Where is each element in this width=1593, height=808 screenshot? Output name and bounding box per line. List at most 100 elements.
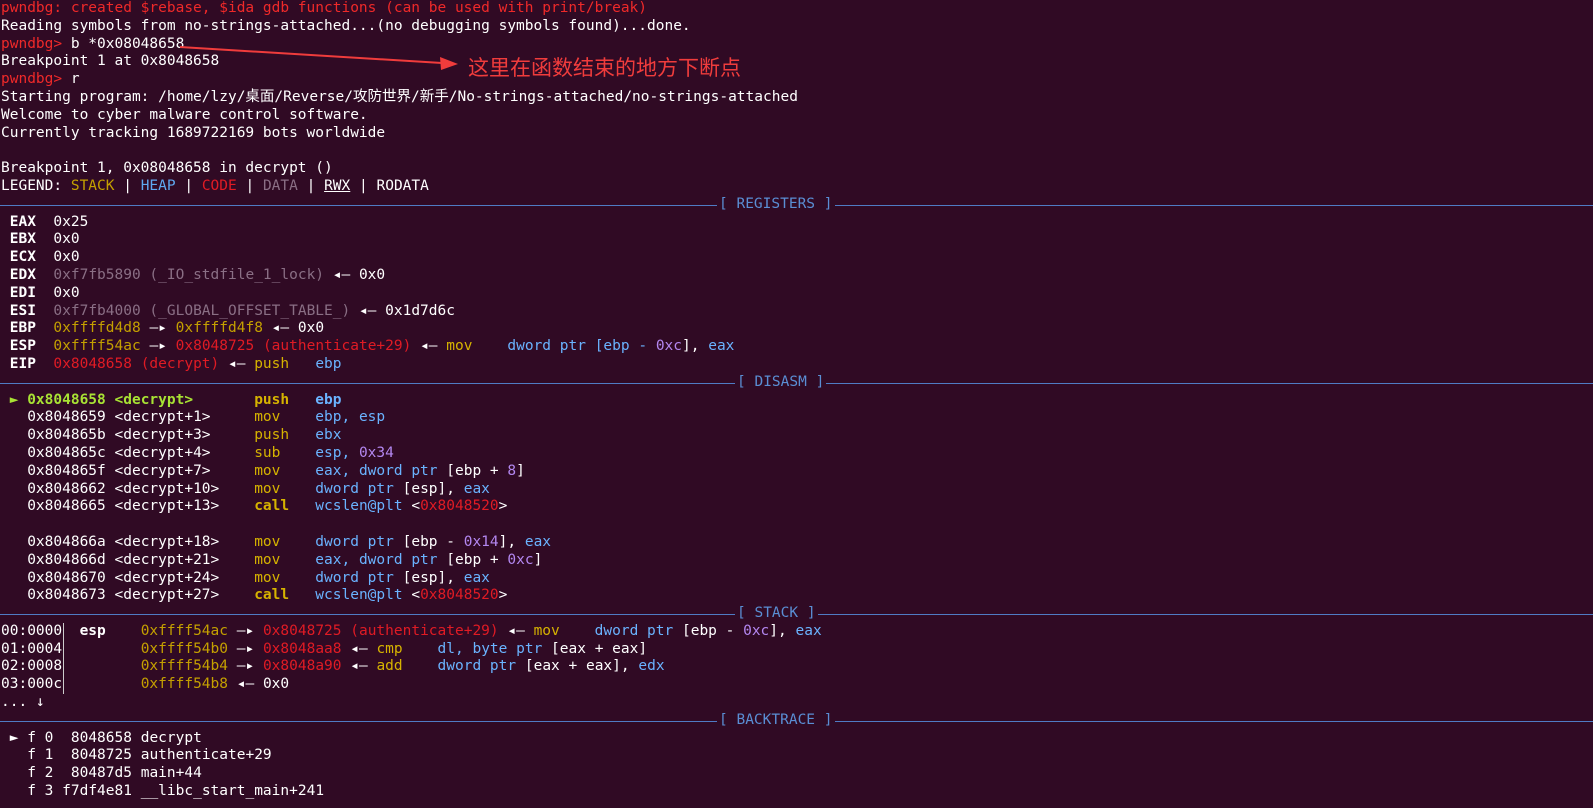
disasm-list: ► 0x8048658 <decrypt> push ebp 0x8048659… [0, 392, 1593, 606]
operand: wcslen@plt [315, 587, 412, 604]
legend-separator: | [114, 177, 141, 194]
command-text: b *0x08048658 [62, 35, 185, 52]
operand: [eax + eax], [524, 658, 639, 675]
output-line-breakpoint-hit: Breakpoint 1, 0x08048658 in decrypt () [1, 160, 333, 177]
section-header-backtrace: [ BACKTRACE ] [0, 711, 1593, 730]
disasm-line[interactable]: 0x804865f <decrypt+7> mov eax, dword ptr… [0, 463, 1593, 481]
register-address: 0xffffd4d8 [53, 320, 141, 337]
disasm-line[interactable]: 0x8048670 <decrypt+24> mov dword ptr [es… [0, 570, 1593, 588]
register-value: 0x0 [358, 266, 386, 283]
instruction-address: 0x804866a [1, 533, 115, 550]
output-line-pwndbg-init: pwndbg: created $rebase, $ida gdb functi… [0, 0, 1593, 18]
stack-entry[interactable]: 01:0004 0xffff54b0 —▸ 0x8048aa8 ◂— cmp d… [0, 641, 1593, 659]
legend-separator: | [350, 177, 377, 194]
backtrace-list: ► f 0 8048658 decrypt f 1 8048725 authen… [0, 730, 1593, 801]
disasm-line[interactable]: 0x8048659 <decrypt+1> mov ebp, esp [0, 409, 1593, 427]
legend-rwx: RWX [324, 177, 351, 194]
disasm-line[interactable]: 0x8048662 <decrypt+10> mov dword ptr [es… [0, 481, 1593, 499]
stack-entry[interactable]: 03:000c 0xffff54b8 ◂— 0x0 [0, 676, 1593, 694]
operand-address: 0x8048520 [420, 498, 499, 515]
instruction-mnemonic: push [254, 355, 290, 372]
disasm-line[interactable]: 0x8048673 <decrypt+27> call wcslen@plt <… [0, 587, 1593, 605]
register-eax: EAX 0x25 [0, 214, 1593, 232]
stack-register [80, 676, 106, 692]
output-line-reading-symbols: Reading symbols from no-strings-attached… [1, 17, 691, 34]
operand: < [411, 587, 421, 604]
stack-pointed-address: 0x8048725 (authenticate+29) [262, 622, 499, 639]
operand-number: 0xc [655, 338, 683, 355]
instruction-mnemonic: call [254, 498, 316, 515]
operand: dword ptr [507, 338, 595, 355]
backtrace-frame[interactable]: f 3 f7df4e81 __libc_start_main+241 [0, 783, 1593, 801]
disasm-line[interactable]: 0x804866a <decrypt+18> mov dword ptr [eb… [0, 534, 1593, 552]
section-label-disasm: [ DISASM ] [735, 373, 827, 392]
section-header-registers: [ REGISTERS ] [0, 195, 1593, 214]
terminal-window[interactable]: pwndbg: created $rebase, $ida gdb functi… [0, 0, 1593, 808]
legend-heap: HEAP [140, 177, 176, 194]
disasm-line[interactable]: 0x804865b <decrypt+3> push ebx [0, 427, 1593, 445]
instruction-mnemonic: mov [254, 480, 316, 497]
operand: < [411, 498, 421, 515]
section-label-stack: [ STACK ] [735, 605, 818, 623]
backtrace-frame[interactable]: ► f 0 8048658 decrypt [0, 730, 1593, 748]
operand: dword ptr [437, 658, 525, 675]
instruction-symbol: <decrypt+18> [114, 533, 255, 550]
stack-offset: 03:000c [1, 676, 63, 693]
stack-pointed-address: 0x8048a90 [262, 658, 342, 675]
register-name: EAX [9, 213, 36, 230]
instruction-symbol: <decrypt+24> [114, 569, 255, 586]
instruction-mnemonic: mov [254, 409, 316, 426]
operand: dl, [437, 640, 473, 657]
disasm-line[interactable]: 0x804866d <decrypt+21> mov eax, dword pt… [0, 552, 1593, 570]
operand: eax, [315, 551, 359, 568]
instruction-symbol: <decrypt+10> [114, 480, 255, 497]
operand: eax [463, 480, 490, 497]
pwndbg-prompt: pwndbg> [1, 35, 63, 52]
frame-address: f7df4e81 [62, 783, 132, 800]
backtrace-frame[interactable]: f 2 80487d5 main+44 [0, 765, 1593, 783]
disasm-line[interactable]: 0x804865c <decrypt+4> sub esp, 0x34 [0, 445, 1593, 463]
operand: [esp], [402, 480, 464, 497]
stack-more-indicator: ... ↓ [1, 694, 45, 711]
operand: dword ptr [358, 551, 447, 568]
operand: eax, [315, 462, 359, 479]
register-value: 0x0 [53, 231, 80, 248]
backtrace-frame[interactable]: f 1 8048725 authenticate+29 [0, 747, 1593, 765]
command-line-breakpoint[interactable]: pwndbg> b *0x08048658 [0, 36, 1593, 54]
stack-entry[interactable]: 02:0008 0xffff54b4 —▸ 0x8048a90 ◂— add d… [0, 658, 1593, 676]
deref-arrow: ◂— [262, 320, 298, 337]
pointer-arrow: —▸ [228, 622, 263, 639]
operand-number: 8 [507, 462, 517, 479]
disasm-line-current[interactable]: ► 0x8048658 <decrypt> push ebp [0, 392, 1593, 410]
disasm-line[interactable]: 0x8048665 <decrypt+13> call wcslen@plt <… [0, 498, 1593, 516]
command-line-run[interactable]: pwndbg> r [0, 71, 1593, 89]
output-line-starting-program: Starting program: /home/lzy/桌面/Reverse/攻… [1, 88, 798, 105]
instruction-address: 0x8048658 [18, 391, 115, 408]
register-ebx: EBX 0x0 [0, 231, 1593, 249]
stack-entry[interactable]: 00:0000 esp 0xffff54ac —▸ 0x8048725 (aut… [0, 623, 1593, 641]
frame-function: __libc_start_main+241 [140, 783, 325, 800]
stack-offset: 00:0000 [1, 622, 63, 639]
operand: eax [524, 533, 552, 550]
frame-address: 80487d5 [62, 765, 132, 782]
operand: dword ptr [594, 622, 682, 639]
operand: byte ptr [472, 640, 552, 657]
instruction-address: 0x8048662 [1, 480, 115, 497]
frame-number: f 0 [27, 729, 54, 746]
stack-address: 0xffff54b8 [140, 676, 229, 693]
register-name: ESP [9, 338, 36, 355]
operand: [ebp - [594, 338, 656, 355]
instruction-symbol: <decrypt+7> [114, 462, 255, 479]
deref-arrow: ◂— [350, 302, 386, 319]
operand: [esp], [402, 569, 464, 586]
